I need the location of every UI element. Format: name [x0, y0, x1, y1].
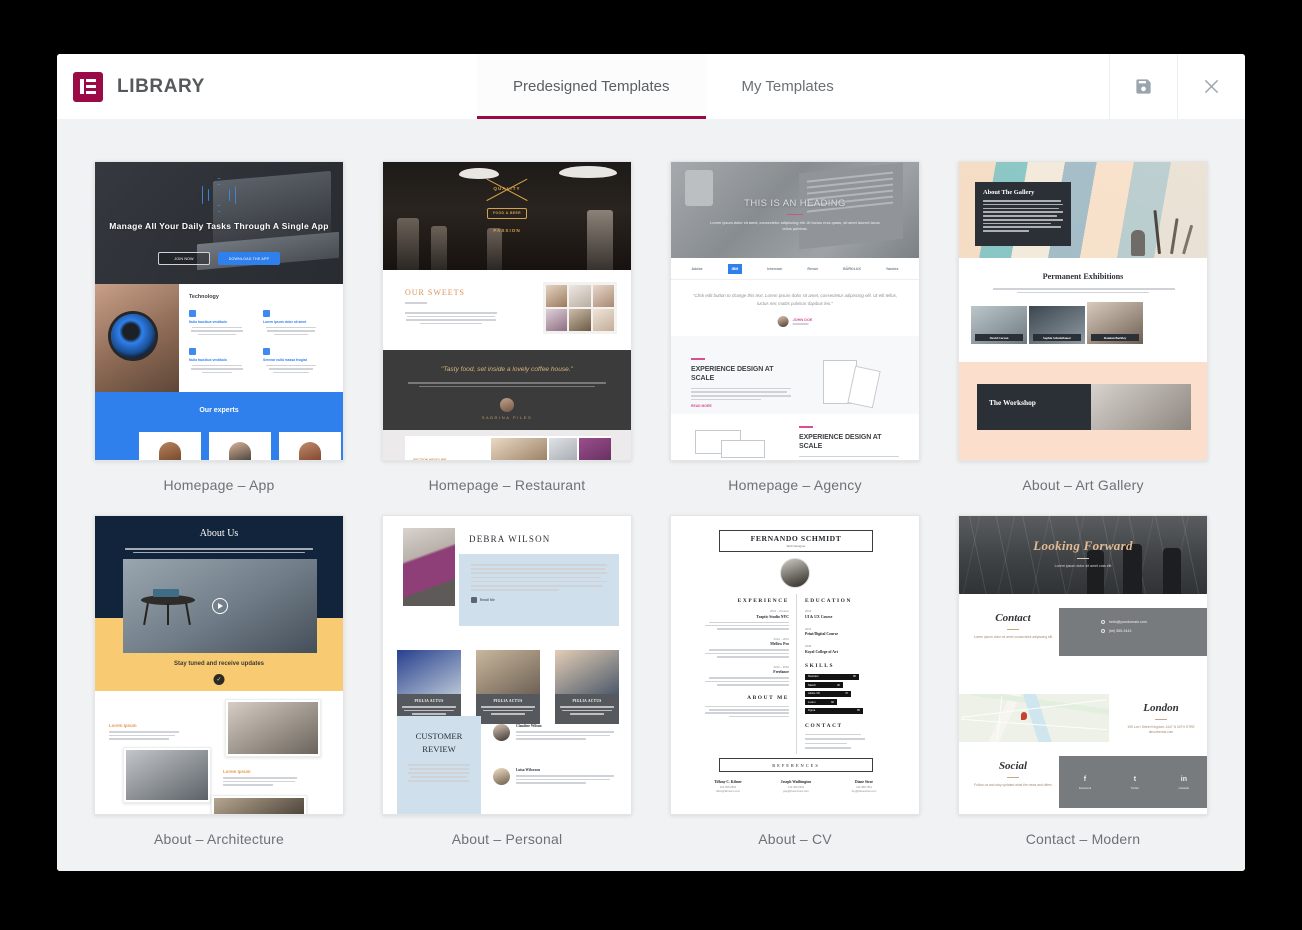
workshop-title: The Workshop	[989, 398, 1036, 407]
section-title: London	[1143, 702, 1179, 714]
template-caption: Homepage – Agency	[728, 477, 862, 493]
band-title: Our experts	[95, 392, 343, 428]
mail-icon	[471, 596, 477, 603]
preview-about-personal: DEBRA WILSON Email Me PIGLIA ACTUS PIGLI…	[383, 516, 631, 814]
card-title: About The Gallery	[983, 189, 1035, 196]
person-name: DEBRA WILSON	[469, 534, 551, 544]
play-icon[interactable]	[212, 598, 228, 614]
template-caption: Homepage – Restaurant	[428, 477, 586, 493]
template-card: About The Gallery Permanent Exhibitions	[958, 161, 1208, 493]
template-caption: About – Architecture	[153, 831, 285, 847]
avatar	[780, 558, 810, 588]
quote: "Click edit button to change this text. …	[692, 293, 898, 306]
section-title: Social	[998, 760, 1028, 772]
hero-heading: About Us	[199, 528, 239, 539]
tab-predesigned-templates[interactable]: Predesigned Templates	[477, 54, 706, 119]
template-thumbnail-homepage-restaurant[interactable]: QUALITY FOOD & BEER PASSION OUR SWEETS "…	[382, 161, 632, 461]
template-caption: Contact – Modern	[1025, 831, 1141, 847]
template-caption: About – CV	[758, 831, 832, 847]
save-button[interactable]	[1109, 54, 1177, 119]
facebook-icon[interactable]: f Facebook	[1079, 775, 1091, 790]
person-name: FERNANDO SCHMIDT	[750, 534, 842, 543]
bullet-icon	[1101, 629, 1105, 633]
section-title: Technology	[189, 294, 219, 300]
tab-bar: Predesigned Templates My Templates	[477, 54, 1109, 119]
preview-homepage-agency: THIS IS AN HEADING Lorem ipsum dolor sit…	[671, 162, 919, 460]
hero-button-primary: DOWNLOAD THE APP	[218, 252, 280, 265]
badge-mid: FOOD & BEER	[493, 210, 521, 215]
badge-bottom: PASSION	[493, 228, 521, 233]
linkedin-icon[interactable]: in LinkedIn	[1179, 775, 1190, 790]
template-thumbnail-about-cv[interactable]: FERNANDO SCHMIDT Web Designer EXPERIENCE…	[670, 515, 920, 815]
template-thumbnail-contact-modern[interactable]: Looking Forward Lorem ipsum dolor sit am…	[958, 515, 1208, 815]
template-card: THIS IS AN HEADING Lorem ipsum dolor sit…	[670, 161, 920, 493]
template-thumbnail-about-art-gallery[interactable]: About The Gallery Permanent Exhibitions	[958, 161, 1208, 461]
save-icon	[1134, 77, 1153, 96]
template-grid: Manage All Your Daily Tasks Through A Si…	[57, 161, 1245, 847]
template-card: DEBRA WILSON Email Me PIGLIA ACTUS PIGLI…	[382, 515, 632, 847]
template-card: FERNANDO SCHMIDT Web Designer EXPERIENCE…	[670, 515, 920, 847]
close-button[interactable]	[1177, 54, 1245, 119]
page-title: LIBRARY	[117, 75, 205, 97]
about-card: About The Gallery	[975, 182, 1071, 246]
template-caption: About – Personal	[451, 831, 563, 847]
template-card: About Us Stay tuned and receive updates …	[94, 515, 344, 847]
quote: "Tasty food, set inside a lovely coffee …	[441, 366, 573, 373]
template-thumbnail-about-personal[interactable]: DEBRA WILSON Email Me PIGLIA ACTUS PIGLI…	[382, 515, 632, 815]
preview-contact-modern: Looking Forward Lorem ipsum dolor sit am…	[959, 516, 1207, 814]
section-title: CUSTOMER REVIEW	[415, 731, 463, 754]
template-thumbnail-about-architecture[interactable]: About Us Stay tuned and receive updates …	[94, 515, 344, 815]
section-title: Contact	[995, 612, 1031, 624]
modal-header: LIBRARY Predesigned Templates My Templat…	[57, 54, 1245, 119]
template-thumbnail-homepage-app[interactable]: Manage All Your Daily Tasks Through A Si…	[94, 161, 344, 461]
map-image	[959, 694, 1109, 742]
hero-heading: Looking Forward	[1033, 538, 1133, 553]
hero-sub: Lorem ipsum dolor sit amet cras elit	[1054, 564, 1112, 568]
template-card: QUALITY FOOD & BEER PASSION OUR SWEETS "…	[382, 161, 632, 493]
references-label: REFERENCES	[719, 758, 873, 772]
preview-about-cv: FERNANDO SCHMIDT Web Designer EXPERIENCE…	[671, 516, 919, 814]
hero-sub: Lorem ipsum dolor sit amet, consectetur …	[710, 221, 880, 231]
template-caption: About – Art Gallery	[1022, 477, 1144, 493]
quote-author: SABRINA PILES	[481, 415, 533, 420]
template-thumbnail-homepage-agency[interactable]: THIS IS AN HEADING Lorem ipsum dolor sit…	[670, 161, 920, 461]
bullet-icon	[1101, 620, 1105, 624]
badge-top: QUALITY	[493, 186, 521, 191]
video-preview	[123, 559, 317, 653]
band-title: Stay tuned and receive updates	[173, 661, 265, 667]
template-card: Manage All Your Daily Tasks Through A Si…	[94, 161, 344, 493]
section-title: Permanent Exhibitions	[1042, 272, 1124, 281]
close-icon	[1201, 76, 1222, 97]
hero-heading: THIS IS AN HEADING	[744, 198, 846, 209]
elementor-logo-icon	[73, 71, 103, 102]
preview-about-art-gallery: About The Gallery Permanent Exhibitions	[959, 162, 1207, 460]
hero-heading: Manage All Your Daily Tasks Through A Si…	[109, 221, 329, 231]
template-caption: Homepage – App	[163, 477, 275, 493]
preview-about-architecture: About Us Stay tuned and receive updates …	[95, 516, 343, 814]
tab-my-templates[interactable]: My Templates	[706, 54, 870, 119]
section-title: OUR SWEETS	[405, 288, 465, 297]
person-role: Web Designer	[786, 544, 806, 548]
library-modal: LIBRARY Predesigned Templates My Templat…	[57, 54, 1245, 871]
template-card: Looking Forward Lorem ipsum dolor sit am…	[958, 515, 1208, 847]
twitter-icon[interactable]: t Twitter	[1131, 775, 1139, 790]
section-title: EXPERIENCE DESIGN AT SCALE	[691, 365, 774, 382]
section-title: EXPERIENCE DESIGN AT SCALE	[799, 433, 882, 450]
template-library-body[interactable]: Manage All Your Daily Tasks Through A Si…	[57, 119, 1245, 871]
check-icon: ✓	[213, 674, 225, 685]
brand: LIBRARY	[57, 54, 477, 119]
header-actions	[1109, 54, 1245, 119]
hero-button-secondary: JOIN NOW	[158, 252, 210, 265]
preview-homepage-restaurant: QUALITY FOOD & BEER PASSION OUR SWEETS "…	[383, 162, 631, 460]
preview-homepage-app: Manage All Your Daily Tasks Through A Si…	[95, 162, 343, 460]
